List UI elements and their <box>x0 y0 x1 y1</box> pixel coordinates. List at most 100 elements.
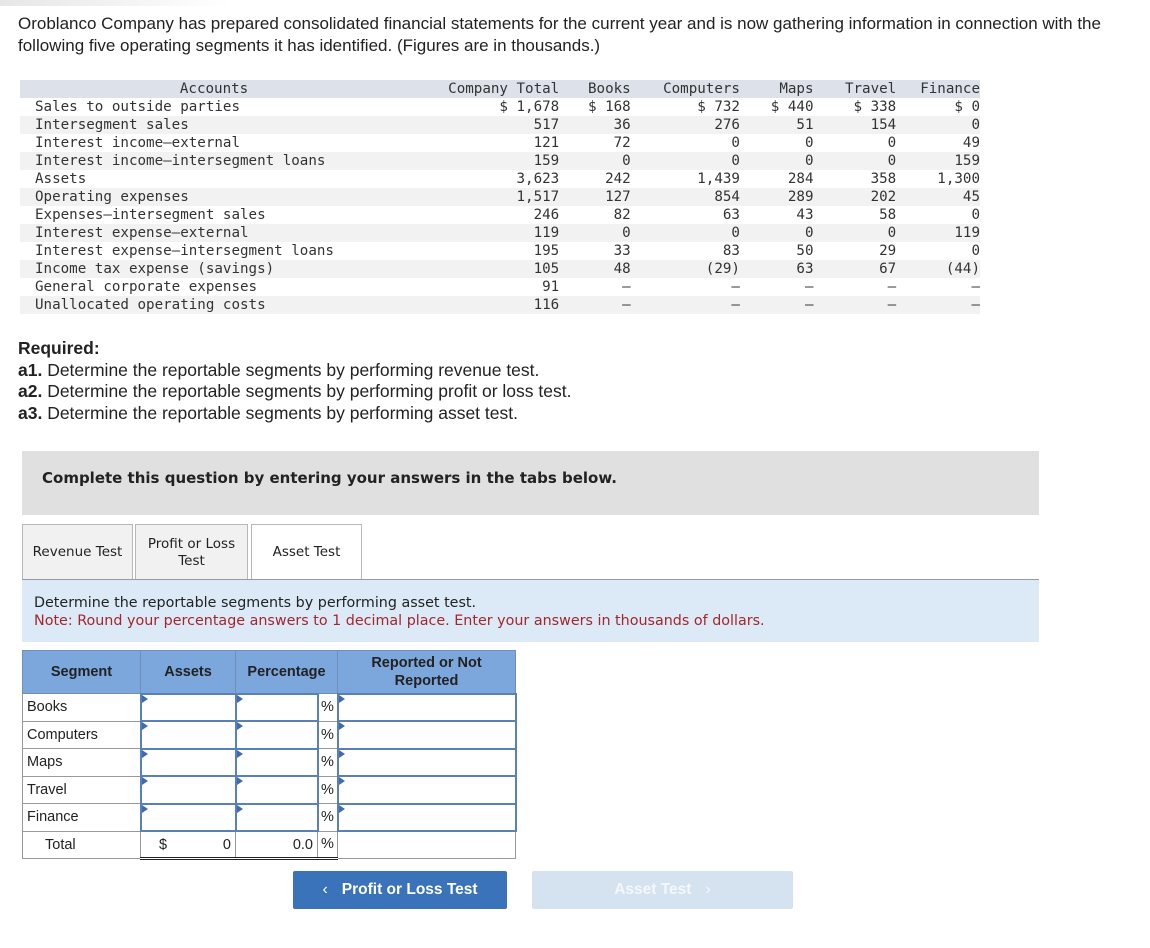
assets-cell <box>139 692 237 722</box>
top-shadow <box>0 0 230 6</box>
percent-symbol: % <box>317 775 338 804</box>
computers-value: 63 <box>722 207 740 223</box>
percentage-input[interactable] <box>236 722 317 748</box>
reported-dropdown-input[interactable] <box>338 749 515 775</box>
header-company-total: Company Total <box>408 80 560 98</box>
asset-test-table: Segment Assets Percentage Reported or No… <box>22 650 517 860</box>
reported-dropdown-input[interactable] <box>338 777 515 803</box>
maps-value: $ 440 <box>770 99 814 115</box>
segment-data-table: Accounts Company Total Books Computers M… <box>20 80 980 314</box>
company-total: 517 <box>408 116 560 134</box>
finance-value: 49 <box>962 135 980 151</box>
tab-revenue-test[interactable]: Revenue Test <box>22 524 133 580</box>
computers-value: (29) <box>630 260 740 278</box>
books-value: 0 <box>559 224 631 242</box>
company-total: 91 <box>542 279 560 295</box>
required-item-a1: a1. Determine the reportable segments by… <box>18 359 540 380</box>
travel-value: – <box>887 279 897 295</box>
data-table-row: Intersegment sales 517 36 276 51 154 0 <box>20 116 980 134</box>
travel-value: 0 <box>887 135 897 151</box>
maps-value: 289 <box>739 188 814 206</box>
instruction-text: Determine the reportable segments by per… <box>34 595 477 611</box>
prev-tab-button[interactable]: ‹ Profit or Loss Test <box>293 871 507 909</box>
percent-symbol: % <box>317 803 338 832</box>
percent-symbol: % <box>317 748 338 777</box>
percentage-input[interactable] <box>236 749 317 775</box>
header-accounts: Accounts <box>20 80 409 98</box>
account-name: Intersegment sales <box>20 116 409 134</box>
col-reported: Reported or Not Reported <box>337 650 516 694</box>
answer-row: Finance% <box>22 802 517 832</box>
assets-cell <box>139 720 237 750</box>
answer-row: Books% <box>22 692 517 722</box>
travel-value: 358 <box>870 171 897 187</box>
required-item-a2: a2. Determine the reportable segments by… <box>18 381 572 401</box>
reported-dropdown-input[interactable] <box>338 722 515 748</box>
segment-name: Maps <box>22 748 141 777</box>
maps-value: 63 <box>739 260 814 278</box>
data-table-row: Interest expense–external 119 0 0 0 0 119 <box>20 224 980 242</box>
finance-value: – <box>896 296 980 314</box>
assets-input[interactable] <box>141 804 235 830</box>
account-name: General corporate expenses <box>35 279 258 295</box>
account-name: Sales to outside parties <box>35 99 240 115</box>
currency-symbol: $ <box>159 836 168 853</box>
banner-text: Complete this question by entering your … <box>42 469 617 487</box>
account-name: Interest income–external <box>35 135 240 151</box>
percentage-input[interactable] <box>236 694 317 720</box>
answer-row: Travel% <box>22 775 517 805</box>
maps-value: – <box>804 279 814 295</box>
finance-value: $ 0 <box>954 99 980 115</box>
chevron-right-icon: › <box>705 881 711 898</box>
reported-dropdown-input[interactable] <box>338 804 515 830</box>
data-table-row: Assets 3,623 242 1,439 284 358 1,300 <box>20 170 980 188</box>
segment-name: Finance <box>22 803 141 832</box>
maps-value: 0 <box>804 135 814 151</box>
maps-value: 43 <box>796 207 814 223</box>
travel-value: – <box>813 296 897 314</box>
data-table-header: Accounts Company Total Books Computers M… <box>20 80 980 98</box>
reported-dropdown-cell <box>336 802 517 832</box>
computers-value: 0 <box>630 224 740 242</box>
books-value: 72 <box>613 135 631 151</box>
maps-value: 50 <box>796 243 814 259</box>
travel-value: 154 <box>813 116 897 134</box>
reported-dropdown-cell <box>336 747 517 777</box>
assets-input[interactable] <box>141 722 235 748</box>
computers-value: 83 <box>722 243 740 259</box>
instructions-banner: Complete this question by entering your … <box>22 451 1039 515</box>
computers-value: 1,439 <box>697 171 740 187</box>
percentage-cell <box>234 692 319 722</box>
books-value: 36 <box>559 116 631 134</box>
books-value: 82 <box>613 207 631 223</box>
tab-asset-test[interactable]: Asset Test <box>251 524 362 580</box>
company-total: 246 <box>533 207 560 223</box>
assets-input[interactable] <box>141 777 235 803</box>
assets-input[interactable] <box>141 749 235 775</box>
books-value: $ 168 <box>587 99 631 115</box>
next-tab-label: Asset Test <box>614 881 692 898</box>
assets-input[interactable] <box>141 694 235 720</box>
required-heading: Required: <box>18 338 100 358</box>
company-total: 195 <box>533 243 560 259</box>
total-assets-value: 0 <box>222 836 231 853</box>
tab-profit-or-loss-test[interactable]: Profit or Loss Test <box>135 524 248 580</box>
reported-dropdown-input[interactable] <box>338 694 515 720</box>
travel-value: 58 <box>879 207 897 223</box>
required-section: Required: a1. Determine the reportable s… <box>18 338 571 424</box>
account-name: Assets <box>35 171 87 187</box>
col-segment: Segment <box>22 650 141 694</box>
data-table-row: Sales to outside parties $ 1,678 $ 168 $ 73… <box>20 98 980 116</box>
company-total: 119 <box>408 224 560 242</box>
account-name: Interest expense–intersegment loans <box>35 243 334 259</box>
tab-instructions: Determine the reportable segments by per… <box>22 580 1039 642</box>
instruction-note: Note: Round your percentage answers to 1… <box>34 613 765 629</box>
books-value: 48 <box>559 260 631 278</box>
assets-cell <box>139 775 237 805</box>
finance-value: (44) <box>896 260 980 278</box>
finance-value: 159 <box>896 152 980 170</box>
percentage-input[interactable] <box>236 777 317 803</box>
percentage-input[interactable] <box>236 804 317 830</box>
total-label: Total <box>22 830 141 859</box>
data-table-row: General corporate expenses 91 – – – – – <box>20 278 980 296</box>
